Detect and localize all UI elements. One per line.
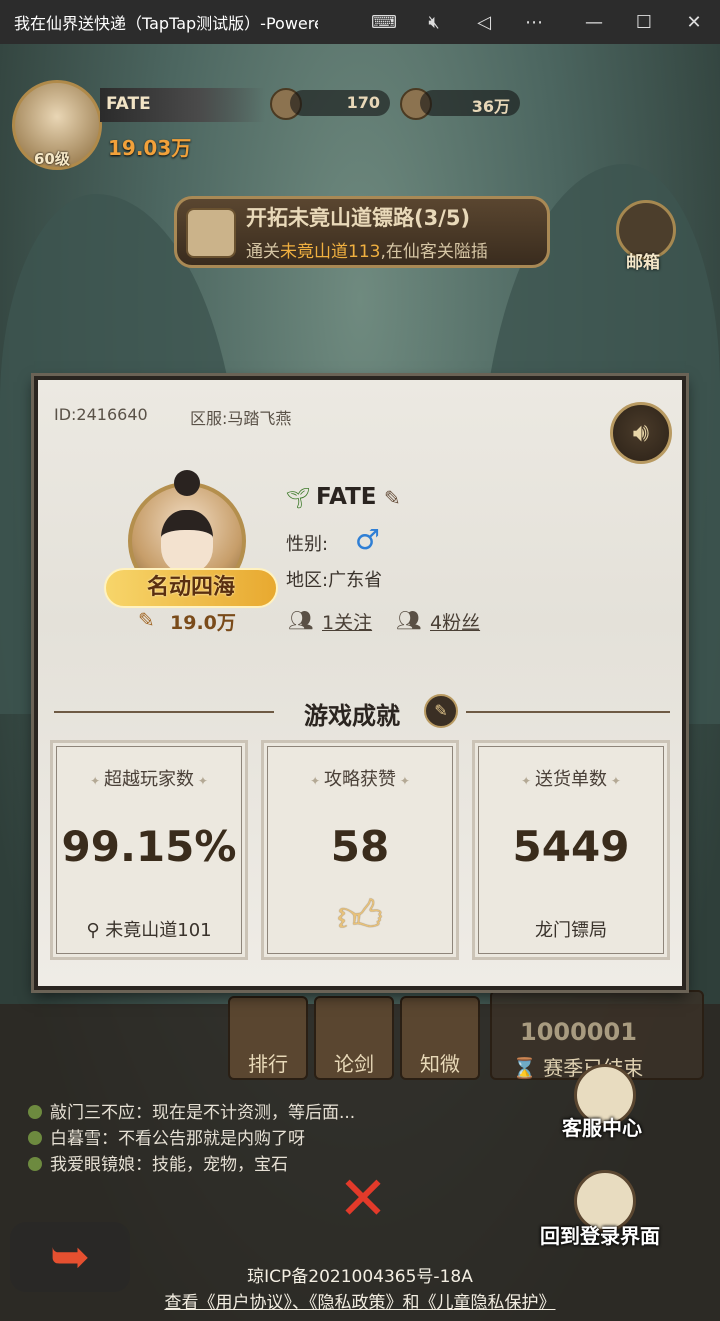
stat-value: 58 <box>330 822 390 871</box>
mail-label: 邮箱 <box>626 253 660 273</box>
fans-icon: 👥︎ <box>396 608 422 632</box>
stat-value: 5449 <box>512 822 630 871</box>
sprout-icon <box>28 1105 42 1119</box>
divider-right <box>466 711 670 713</box>
maximize-icon[interactable]: ☐ <box>622 0 666 44</box>
player-power: 19.03万 <box>108 136 192 160</box>
voice-icon[interactable]: 🔊︎ <box>610 402 672 464</box>
window-titlebar: 我在仙界送快递（TapTap测试版）-Powere ⌨ 🔇︎ ◁ ⋯ — ☐ ✕ <box>0 0 720 44</box>
chat-line[interactable]: 我爱眼镜娘：技能，宠物，宝石 <box>28 1150 288 1175</box>
close-icon[interactable]: ✕ <box>672 0 716 44</box>
player-name: FATE <box>100 88 265 122</box>
quest-sub-highlight: 未竟山道113 <box>280 242 381 262</box>
keyboard-icon[interactable]: ⌨ <box>362 0 406 44</box>
minimize-icon[interactable]: — <box>572 0 616 44</box>
sparkle-icon: ✦ <box>194 774 208 788</box>
achievement-brush-icon: ✎ <box>424 694 458 728</box>
stat-value: 99.15% <box>61 822 237 871</box>
thumbs-up-icon: 👍︎ <box>337 891 383 942</box>
following-icon: 👥︎ <box>288 608 314 632</box>
sparkle-icon: ✦ <box>310 774 324 788</box>
profile-power: 19.0万 <box>170 612 236 634</box>
policy-links[interactable]: 查看《用户协议》、《隐私政策》和《儿童隐私保护》 <box>0 1288 720 1313</box>
close-x-icon[interactable]: ✕ <box>330 1166 396 1232</box>
quest-sub-suffix: ,在仙客关隘插 <box>380 242 488 262</box>
player-server: 区服:马踏飞燕 <box>190 409 292 428</box>
region-label: 地区: <box>286 570 329 591</box>
stat-label: ✦ 超越玩家数 ✦ <box>50 765 248 791</box>
divider-left <box>54 711 274 713</box>
sprout-icon: 🌱︎ <box>285 486 311 510</box>
stat-foot: ⚲ 未竟山道101 <box>50 916 248 942</box>
title-badge: 名动四海 <box>104 568 278 608</box>
male-icon: ♂ <box>355 523 381 556</box>
scroll-icon <box>186 208 236 258</box>
zhiwei-label: 知微 <box>420 1052 460 1076</box>
avatar-hair-bun <box>174 470 200 496</box>
stat-label-text: 超越玩家数 <box>104 769 194 790</box>
back-login-label[interactable]: 回到登录界面 <box>540 1220 660 1249</box>
power-icon: ✎ <box>138 608 155 632</box>
sprout-icon <box>28 1131 42 1145</box>
rank-button[interactable]: 排行 <box>228 996 308 1080</box>
quest-title: 开拓未竟山道镖路(3/5) <box>246 206 471 230</box>
stat-label: ✦ 攻略获赞 ✦ <box>261 765 459 791</box>
duel-label: 论剑 <box>334 1052 374 1076</box>
gender-label: 性别: <box>286 534 329 555</box>
zhiwei-button[interactable]: 知微 <box>400 996 480 1080</box>
stat-label: ✦ 送货单数 ✦ <box>472 765 670 791</box>
chat-text: 敲门三不应：现在是不计资测，等后面... <box>50 1103 356 1123</box>
quest-subtitle: 通关未竟山道113,在仙客关隘插 <box>246 237 488 262</box>
service-label[interactable]: 客服中心 <box>562 1112 642 1141</box>
season-number: 1000001 <box>520 1018 637 1046</box>
section-title: 游戏成就 <box>304 702 400 730</box>
chat-text: 白暮雪：不看公告那就是内购了呀 <box>50 1129 305 1149</box>
stone-count: 170 <box>290 90 390 116</box>
location-pin-icon: ⚲ <box>86 920 106 941</box>
back-triangle-icon[interactable]: ◁ <box>462 0 506 44</box>
coin-count: 36万 <box>420 90 520 116</box>
stat-label-text: 送货单数 <box>535 769 607 790</box>
sparkle-icon: ✦ <box>607 774 621 788</box>
stat-foot: 龙门镖局 <box>535 920 607 941</box>
player-id: ID:2416640 <box>54 405 148 424</box>
fans-link[interactable]: 4粉丝 <box>430 608 480 635</box>
avatar-face <box>161 510 213 572</box>
mute-icon[interactable]: 🔇︎ <box>412 0 456 44</box>
region-row: 地区:广东省 <box>286 566 382 592</box>
chat-line[interactable]: 敲门三不应：现在是不计资测，等后面... <box>28 1098 355 1123</box>
quest-sub-prefix: 通关 <box>246 242 280 262</box>
rank-label: 排行 <box>248 1052 288 1076</box>
window-title: 我在仙界送快递（TapTap测试版）-Powere <box>14 14 318 33</box>
player-level: 60级 <box>34 150 70 168</box>
more-icon[interactable]: ⋯ <box>512 0 556 44</box>
stat-label-text: 攻略获赞 <box>324 769 396 790</box>
sprout-icon <box>28 1157 42 1171</box>
icp-license: 琼ICP备2021004365号-18A <box>247 1267 473 1287</box>
chat-text: 我爱眼镜娘：技能，宠物，宝石 <box>50 1155 288 1175</box>
sparkle-icon: ✦ <box>396 774 410 788</box>
profile-name: FATE <box>316 484 377 510</box>
duel-button[interactable]: 论剑 <box>314 996 394 1080</box>
following-link[interactable]: 1关注 <box>322 608 372 635</box>
region-value: 广东省 <box>328 570 383 591</box>
chat-line[interactable]: 白暮雪：不看公告那就是内购了呀 <box>28 1124 305 1149</box>
stat-foot-text: 未竟山道101 <box>105 920 212 941</box>
sparkle-icon: ✦ <box>90 774 104 788</box>
sparkle-icon: ✦ <box>521 774 535 788</box>
edit-brush-icon[interactable]: ✎ <box>384 486 401 510</box>
